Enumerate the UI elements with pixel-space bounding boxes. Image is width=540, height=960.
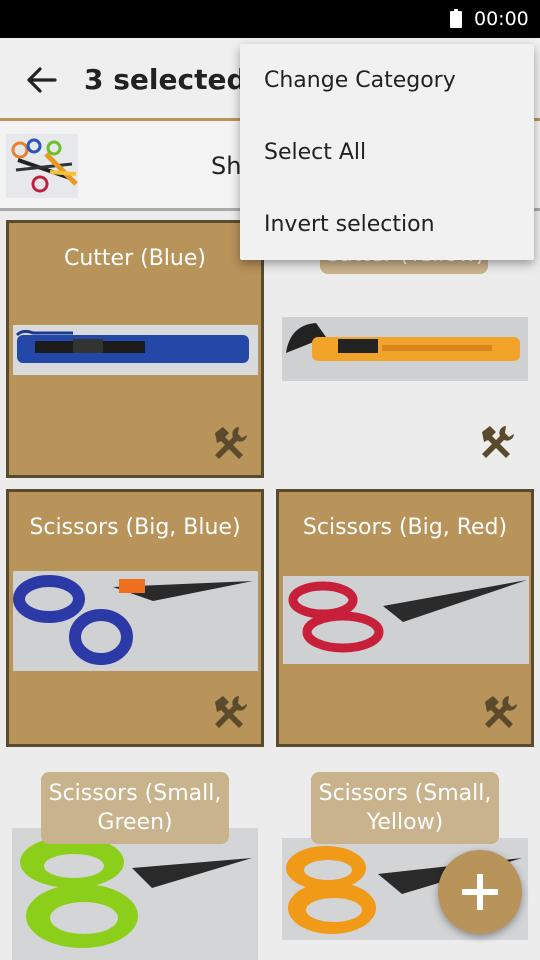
scissors-blue-photo (13, 571, 258, 671)
scissors-red-photo (283, 576, 529, 664)
item-label-line1: Scissors (Small, (48, 781, 222, 806)
cutter-blue-photo (13, 325, 258, 375)
category-label: Sh (211, 152, 242, 180)
item-label: Cutter (Blue) (64, 246, 206, 271)
grid-item-scissors-big-red[interactable]: Scissors (Big, Red) (276, 489, 534, 747)
selection-title: 3 selected (84, 63, 247, 96)
add-button[interactable] (438, 850, 522, 934)
item-label-line1: Scissors (Small, (318, 781, 492, 806)
battery-icon (450, 9, 462, 28)
overflow-menu: Change Category Select All Invert select… (240, 44, 534, 260)
menu-item-select-all[interactable]: Select All (264, 140, 366, 165)
item-label: Scissors (Big, Red) (302, 515, 508, 540)
status-bar: 00:00 (0, 0, 540, 38)
scissors-thumbnail (6, 134, 78, 198)
grid-item-scissors-big-blue[interactable]: Scissors (Big, Blue) (6, 489, 264, 747)
status-time: 00:00 (474, 8, 529, 30)
hammer-wrench-icon (215, 696, 247, 728)
arrow-back-icon[interactable] (26, 66, 58, 94)
hammer-wrench-icon (485, 696, 517, 728)
scissors-green-photo (12, 828, 258, 960)
cutter-yellow-photo (282, 317, 528, 381)
menu-item-change-category[interactable]: Change Category (264, 68, 456, 93)
item-label: Scissors (Big, Blue) (29, 515, 241, 540)
hammer-wrench-icon (482, 426, 514, 458)
item-label: Scissors (Small, Green) (41, 772, 229, 844)
item-label-line2: Yellow) (366, 810, 444, 835)
menu-item-invert-selection[interactable]: Invert selection (264, 212, 435, 237)
grid-item-scissors-small-green[interactable]: Scissors (Small, Green) (6, 758, 264, 960)
item-label: Scissors (Small, Yellow) (311, 772, 499, 844)
hammer-wrench-icon (215, 427, 247, 459)
item-label-line2: Green) (97, 810, 173, 835)
grid-item-cutter-blue[interactable]: Cutter (Blue) (6, 220, 264, 478)
